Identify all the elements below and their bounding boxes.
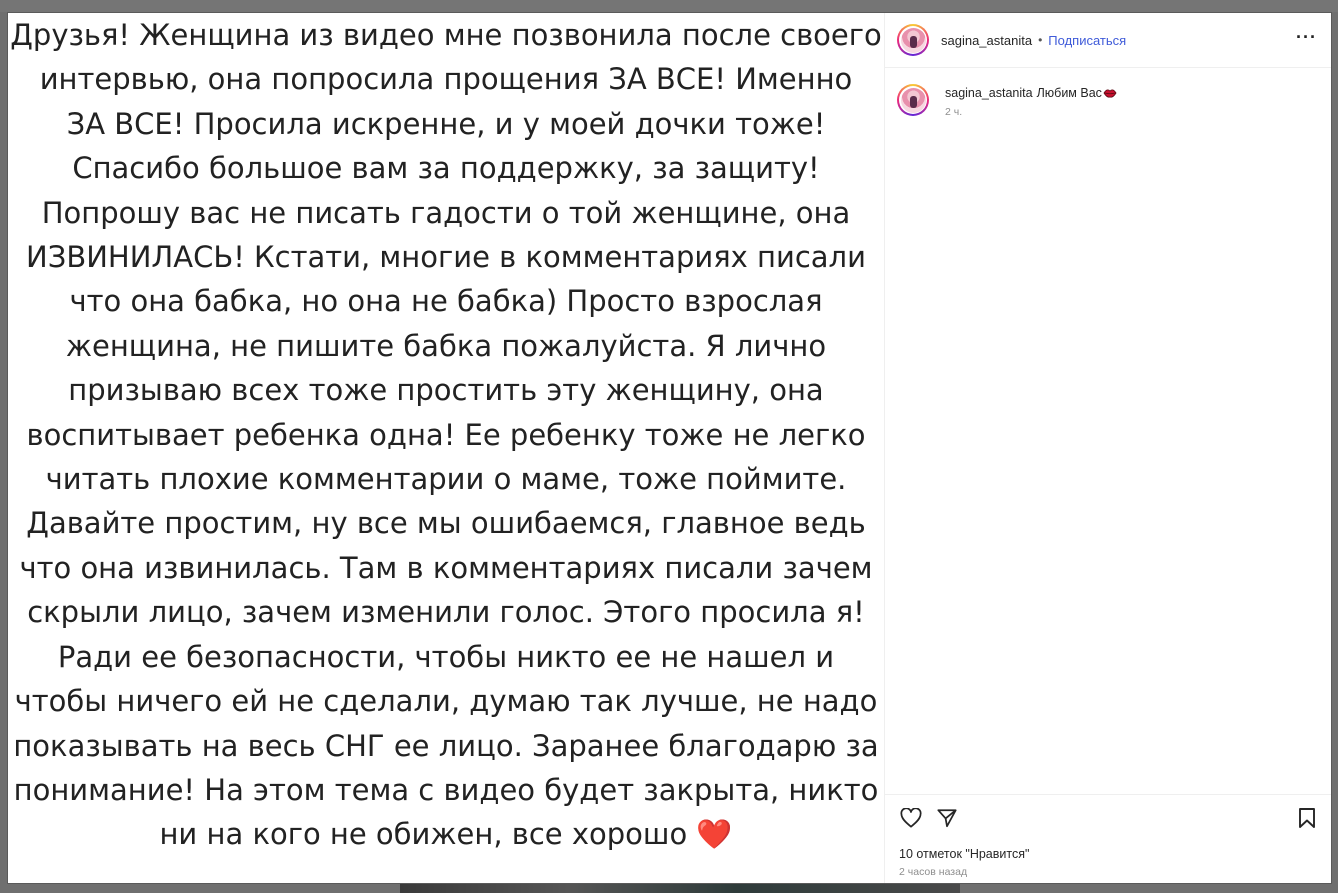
post-media[interactable]: Друзья! Женщина из видео мне позвонила п… <box>8 13 884 883</box>
post-image-text: Друзья! Женщина из видео мне позвонила п… <box>8 13 884 857</box>
bookmark-icon[interactable] <box>1295 806 1319 830</box>
caption-line: воспитывает ребенка одна! Ее ребенку тож… <box>26 417 866 452</box>
caption-line: женщина, не пишите бабка пожалуйста. Я л… <box>65 328 827 363</box>
caption-line: Друзья! Женщина из видео мне позвонила п… <box>10 18 882 52</box>
caption-line: ИЗВИНИЛАСЬ! Кстати, многие в комментария… <box>26 240 866 275</box>
post-modal: Друзья! Женщина из видео мне позвонила п… <box>7 12 1332 884</box>
caption-line: скрыли лицо, зачем изменили голос. Этого… <box>27 595 865 630</box>
lips-icon <box>1103 89 1117 98</box>
caption-line: что она бабка, но она не бабка) Просто в… <box>69 284 823 319</box>
caption-line: понимание! На этом тема с видео будет за… <box>13 772 879 807</box>
heart-emoji-icon: ❤️ <box>687 817 733 852</box>
caption-line: призываю всех тоже простить эту женщину,… <box>68 373 824 408</box>
heart-icon[interactable] <box>899 806 923 830</box>
avatar-ring <box>899 26 927 54</box>
backdrop-top-strip <box>0 0 1338 12</box>
avatar-image <box>900 27 926 53</box>
action-icons-row <box>899 805 1317 831</box>
caption-line: интервью, она попросила прощения ЗА ВСЕ!… <box>39 62 853 97</box>
comment-text: Любим Вас <box>1036 86 1102 100</box>
backdrop-media-strip <box>400 884 960 893</box>
caption-line: читать плохие комментарии о маме, тоже п… <box>45 462 847 497</box>
send-icon[interactable] <box>935 806 959 830</box>
avatar-ring <box>899 86 927 114</box>
post-timestamp: 2 часов назад <box>899 866 968 878</box>
caption-line: показывать на весь СНГ ее лицо. Заранее … <box>13 728 879 763</box>
caption-line: ни на кого не обижен, все хорошо ❤️ <box>159 817 733 852</box>
caption-line: чтобы ничего ей не сделали, думаю так лу… <box>14 684 878 719</box>
post-side-panel: sagina_astanita • Подписаться ··· sagina… <box>884 13 1331 883</box>
caption-line: ЗА ВСЕ! Просила искренне, и у моей дочки… <box>66 106 826 141</box>
avatar-image <box>900 87 926 113</box>
caption-line: Ради ее безопасности, чтобы никто ее не … <box>57 639 835 674</box>
header-separator: • <box>1038 33 1043 47</box>
comment-username[interactable]: sagina_astanita <box>945 86 1033 100</box>
author-avatar[interactable] <box>897 24 929 56</box>
author-username[interactable]: sagina_astanita <box>941 33 1032 48</box>
comments-list: sagina_astanita Любим Вас 2 ч. <box>885 68 1331 794</box>
caption-line: Спасибо большое вам за поддержку, за защ… <box>72 151 820 186</box>
caption-line: Попрошу вас не писать гадости о той женщ… <box>41 195 851 230</box>
more-icon[interactable]: ··· <box>1296 28 1317 52</box>
comment-body: sagina_astanita Любим Вас 2 ч. <box>945 84 1117 118</box>
post-actions: 10 отметок "Нравится" 2 часов назад <box>885 794 1331 883</box>
follow-button[interactable]: Подписаться <box>1048 33 1126 48</box>
comment-item: sagina_astanita Любим Вас 2 ч. <box>897 84 1319 118</box>
caption-line: Давайте простим, ну все мы ошибаемся, гл… <box>26 506 866 541</box>
caption-line: что она извинилась. Там в комментариях п… <box>19 550 873 585</box>
commenter-avatar[interactable] <box>897 84 929 116</box>
post-header: sagina_astanita • Подписаться ··· <box>885 13 1331 68</box>
likes-count[interactable]: 10 отметок "Нравится" <box>899 847 1317 861</box>
comment-timestamp[interactable]: 2 ч. <box>945 106 1117 118</box>
comment-line: sagina_astanita Любим Вас <box>945 86 1117 100</box>
